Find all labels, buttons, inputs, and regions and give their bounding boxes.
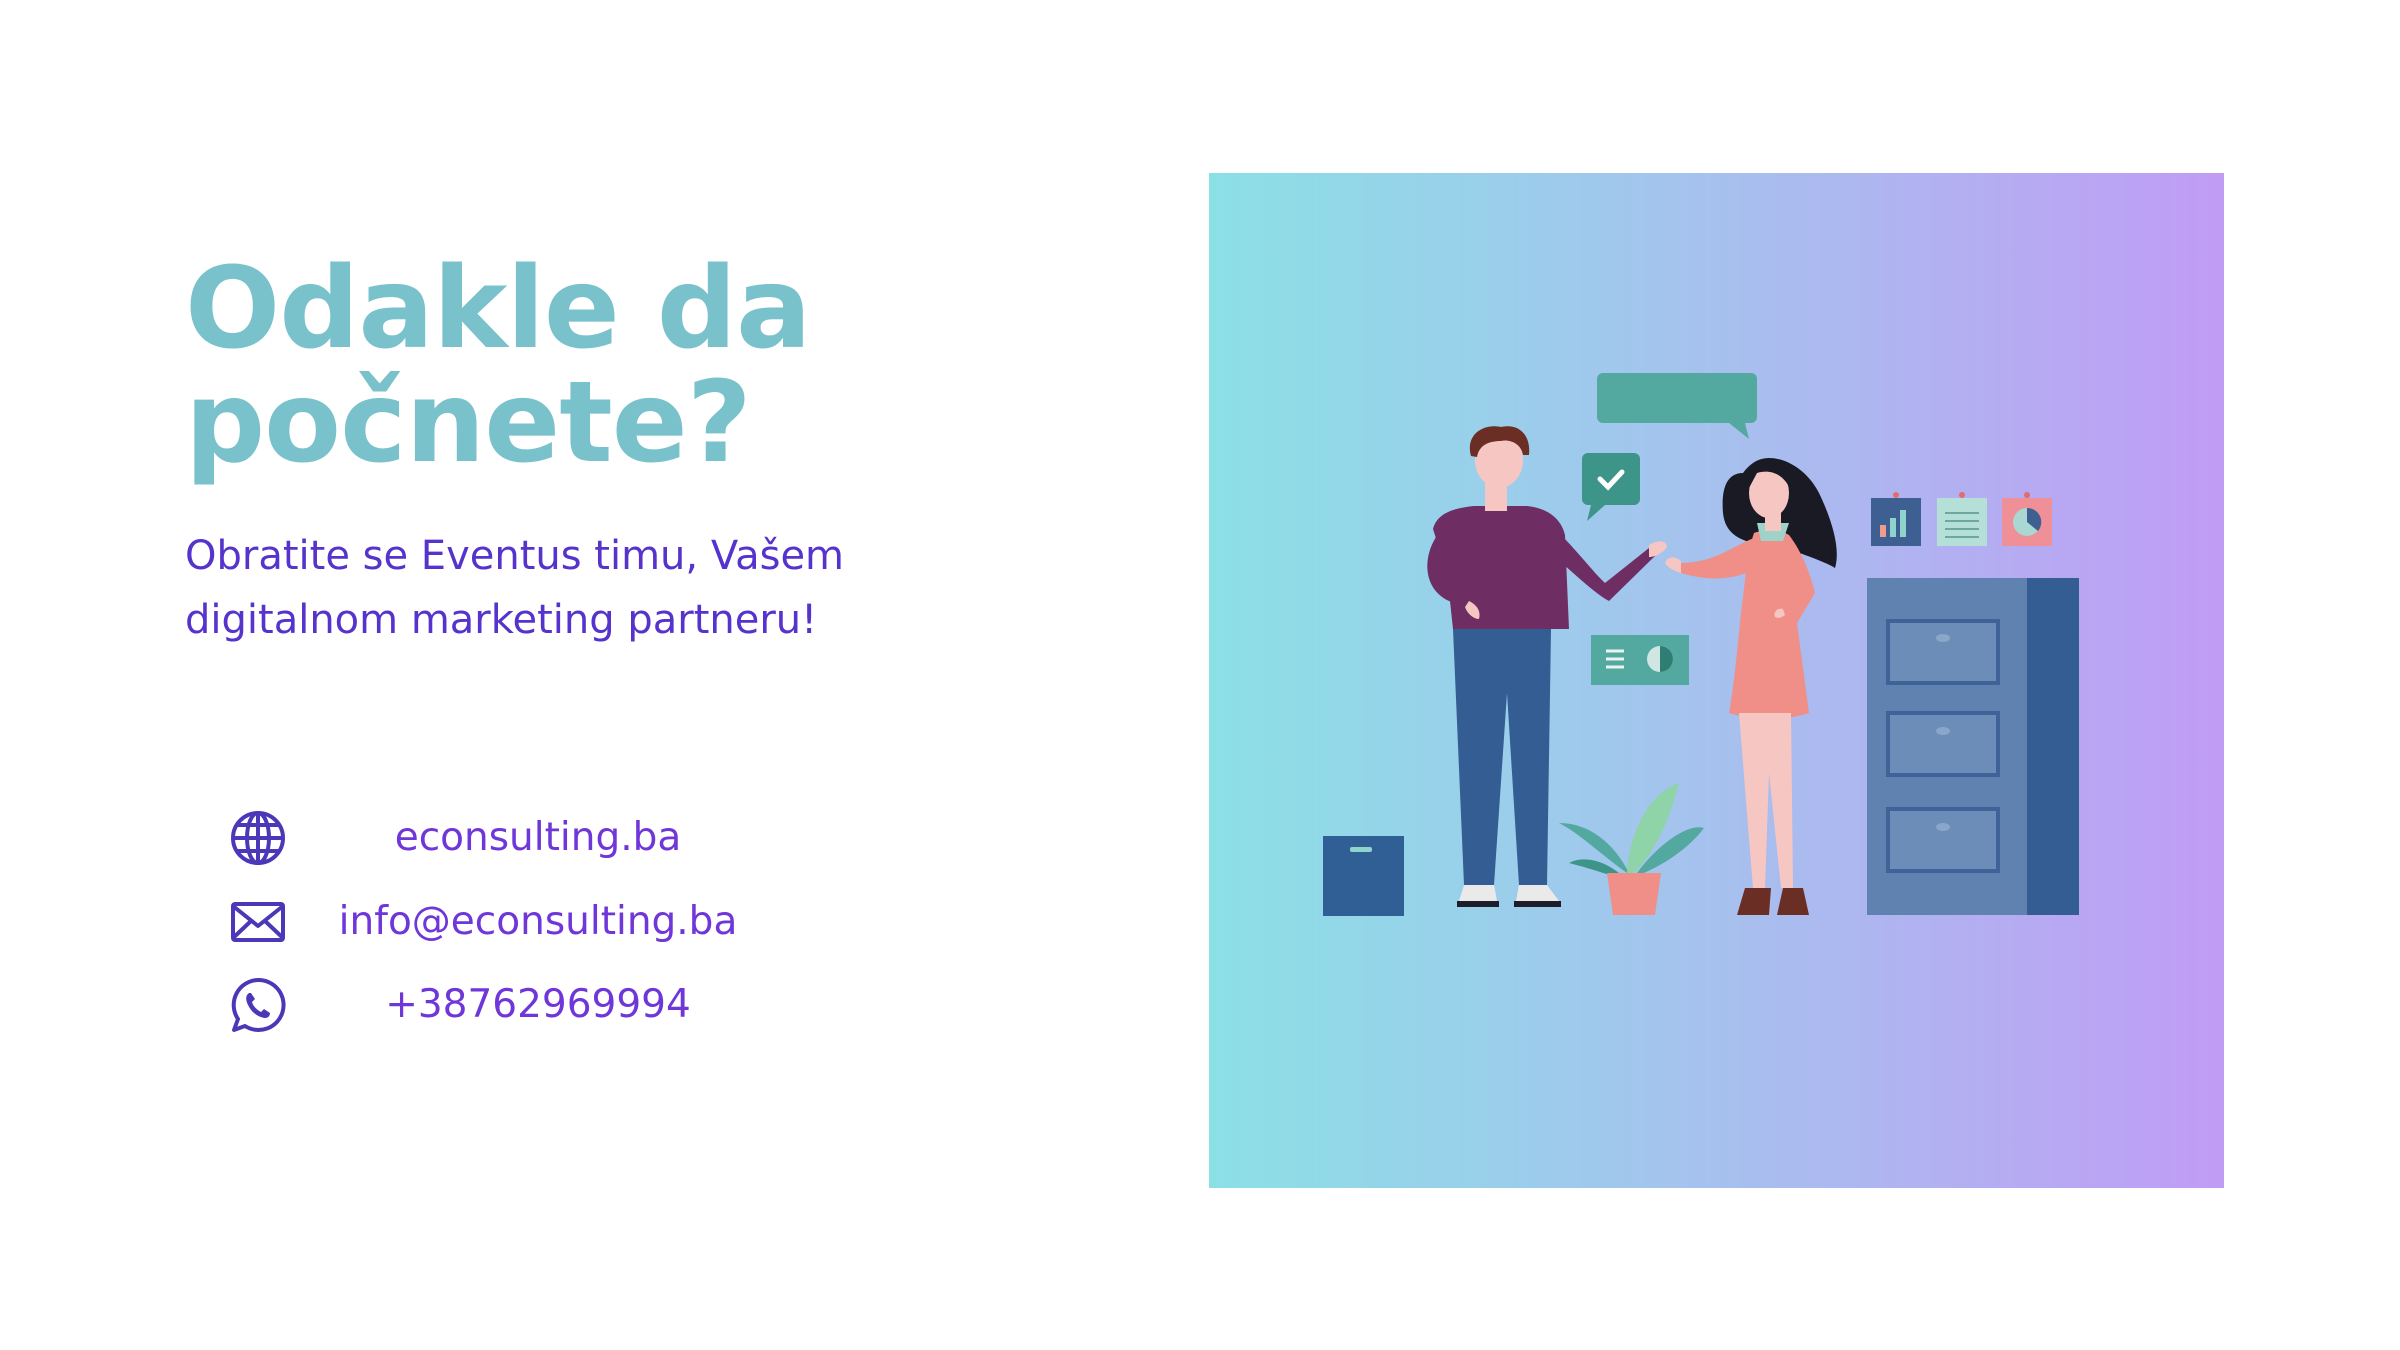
page-title: Odakle da počnete? — [185, 244, 812, 488]
speech-bubble-icon — [1597, 373, 1757, 439]
illustration-panel — [1209, 173, 2224, 1188]
contact-email: info@econsulting.ba — [225, 887, 785, 957]
check-bubble-icon — [1582, 453, 1640, 521]
website-link[interactable]: econsulting.ba — [291, 803, 785, 873]
box — [1323, 836, 1404, 916]
email-link[interactable]: info@econsulting.ba — [291, 887, 785, 957]
plant — [1559, 783, 1704, 915]
title-line-2: počnete? — [185, 358, 752, 488]
envelope-icon — [225, 892, 291, 952]
woman-figure — [1665, 458, 1837, 915]
whatsapp-icon — [225, 975, 291, 1035]
two-people-office-illustration — [1323, 373, 2079, 916]
chart-card-icon — [1591, 635, 1689, 685]
phone-link[interactable]: +38762969994 — [291, 970, 785, 1040]
subtitle: Obratite se Eventus timu, Vašem digitaln… — [185, 524, 925, 652]
contact-phone: +38762969994 — [225, 970, 785, 1040]
subtitle-line-2: digitalnom marketing partneru! — [185, 597, 818, 643]
title-line-1: Odakle da — [185, 244, 812, 374]
filing-cabinet — [1867, 578, 2079, 915]
globe-icon — [225, 808, 291, 868]
wall-chart-icons — [1871, 492, 2052, 546]
subtitle-line-1: Obratite se Eventus timu, Vašem — [185, 533, 845, 579]
contact-website: econsulting.ba — [225, 803, 785, 873]
